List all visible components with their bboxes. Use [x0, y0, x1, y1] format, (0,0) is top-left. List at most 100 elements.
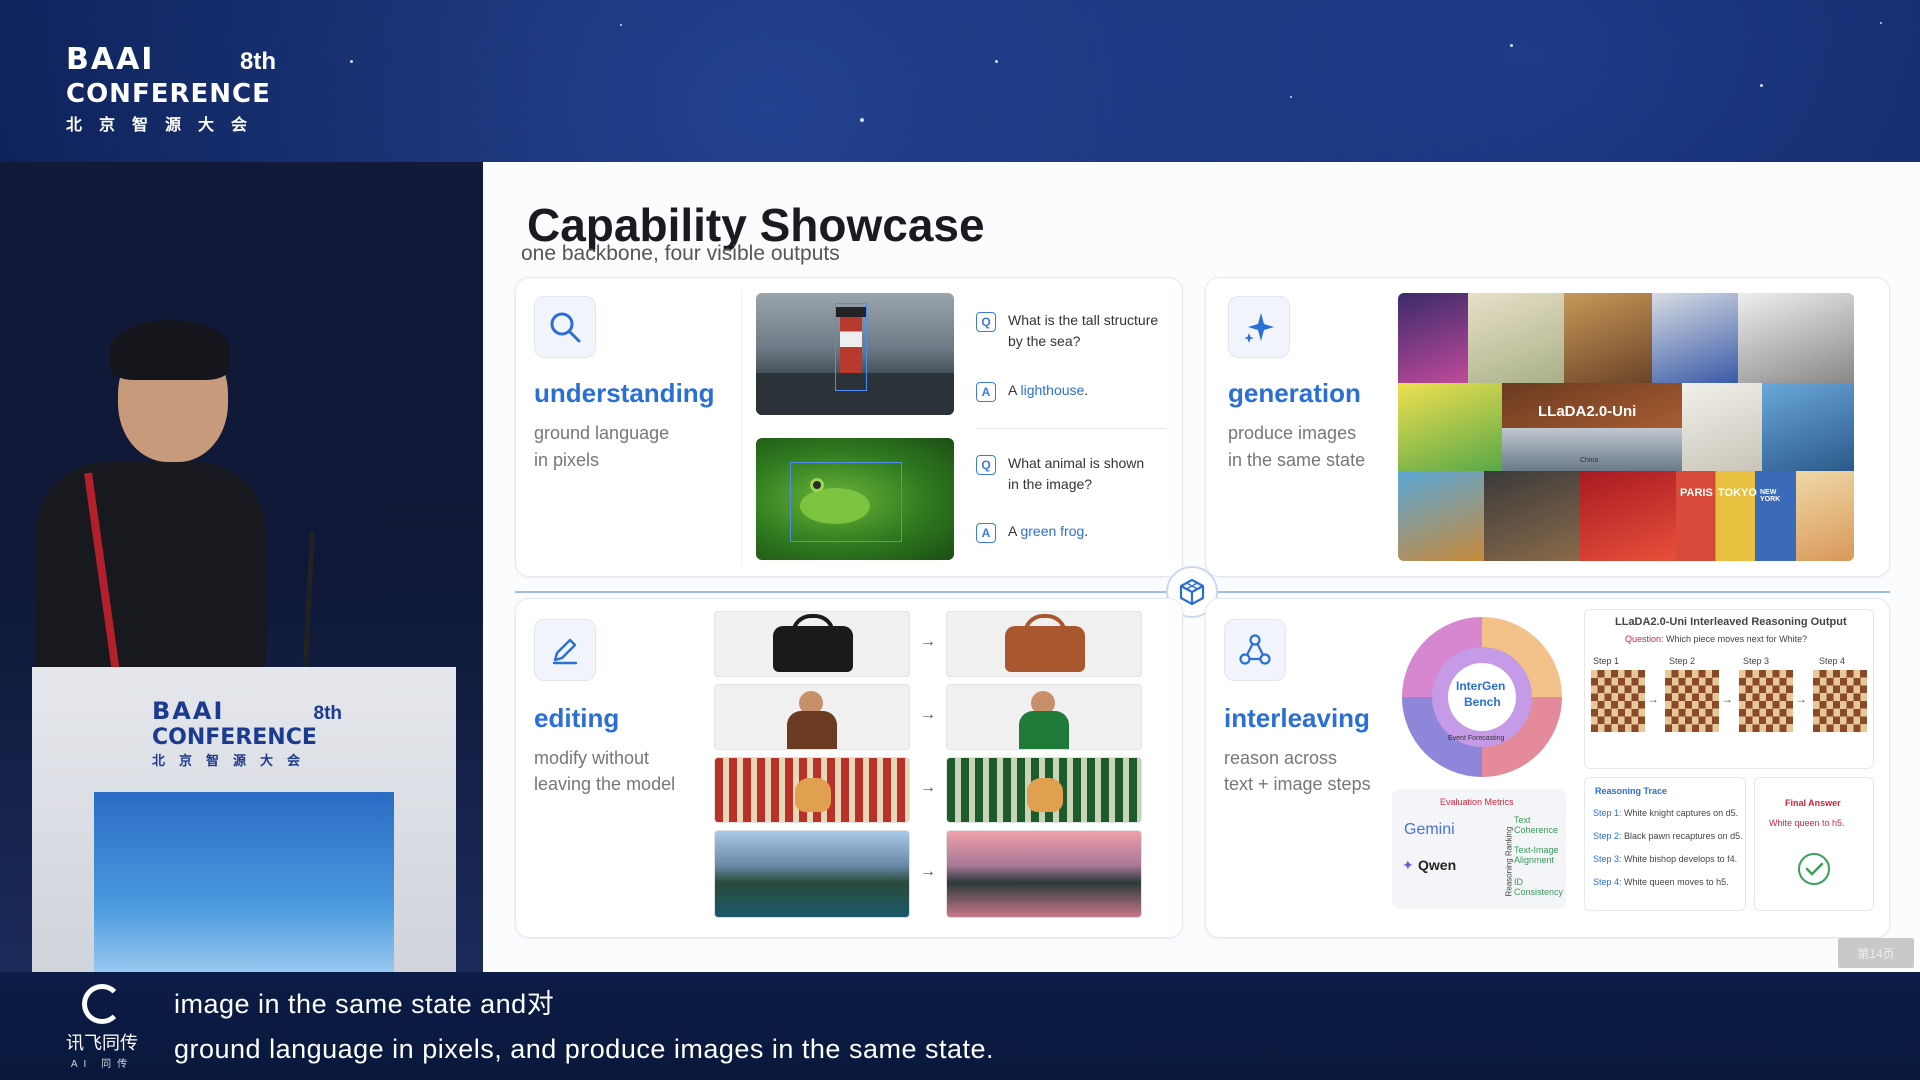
editing-desc-line1: modify without: [534, 748, 650, 768]
arrow-right-icon: →: [920, 706, 936, 723]
final-answer: Final Answer White queen to h5.: [1754, 777, 1874, 911]
gemini-logo: Gemini: [1404, 821, 1455, 838]
collage-label-paris: PARIS: [1680, 487, 1713, 499]
final-text: White queen to h5.: [1769, 818, 1845, 828]
trace-step-text: White queen moves to h5.: [1624, 877, 1729, 887]
generation-panel: generation produce images in the same st…: [1205, 277, 1890, 577]
slide-subtitle: one backbone, four visible outputs: [521, 242, 840, 265]
trace-step-1: Step 1: White knight captures on d5.: [1593, 808, 1738, 818]
trace-step-label: Step 1:: [1593, 808, 1622, 818]
editing-panel: editing modify without leaving the model…: [515, 598, 1183, 938]
eval-title: Evaluation Metrics: [1440, 797, 1514, 807]
trace-step-text: Black pawn recaptures on d5.: [1624, 831, 1743, 841]
question-text-2b: in the image?: [1008, 476, 1093, 492]
speaker-video: BAAI 8th CONFERENCE 北京智源大会: [0, 162, 483, 972]
answer-badge: A: [976, 382, 996, 402]
caption-bar: 讯飞同传 AI 同传 image in the same state and对 …: [0, 972, 1920, 1080]
bench-label-2: Bench: [1464, 695, 1501, 709]
interleaving-panel: interleaving reason across text + image …: [1205, 598, 1890, 938]
podium-logo-name-cn: 北京智源大会: [152, 753, 315, 768]
caption-brand: 讯飞同传 AI 同传: [56, 984, 148, 1070]
collage-label-llada: LLaDA2.0-Uni: [1538, 403, 1637, 420]
understanding-desc-line2: in pixels: [534, 450, 600, 470]
chess-board-3: [1739, 670, 1793, 732]
question-badge: Q: [976, 312, 996, 332]
reasoning-trace: Reasoning Trace Step 1: White knight cap…: [1584, 777, 1746, 911]
output-question: Question: Which piece moves next for Whi…: [1625, 634, 1807, 644]
answer-prefix: A: [1008, 382, 1021, 398]
podium-screen: [94, 792, 394, 972]
answer-prefix: A: [1008, 523, 1021, 539]
eval-side-label: Reasoning Ranking: [1504, 826, 1514, 897]
speaker-hair: [110, 320, 230, 380]
arrow-right-icon: →: [1795, 692, 1807, 706]
collage-label-china: China: [1580, 457, 1599, 464]
caption-line-2: ground language in pixels, and produce i…: [174, 1034, 995, 1064]
nodes-icon: [1224, 619, 1286, 681]
reasoning-output: LLaDA2.0-Uni Interleaved Reasoning Outpu…: [1584, 609, 1874, 769]
eval-metric-3: ID Consistency: [1514, 877, 1564, 897]
collage-label-newyork: NEW YORK: [1760, 489, 1781, 503]
understanding-panel: understanding ground language in pixels …: [515, 277, 1183, 577]
answer-suffix: .: [1084, 382, 1089, 398]
edit-after-landscape: [946, 830, 1142, 918]
trace-step-3: Step 3: White bishop develops to f4.: [1593, 854, 1737, 864]
collage-label-tokyo: TOKYO: [1718, 487, 1757, 499]
trace-step-text: White bishop develops to f4.: [1624, 854, 1738, 864]
intergen-bench-chart: InterGen Bench Event Forecasting: [1392, 609, 1572, 785]
pencil-icon: [534, 619, 596, 681]
generation-desc-line2: in the same state: [1228, 450, 1366, 470]
chess-board-4: [1813, 670, 1867, 732]
lighthouse-image: [756, 293, 954, 415]
trace-step-text: White knight captures on d5.: [1624, 808, 1739, 818]
answer-value: green frog: [1020, 523, 1085, 539]
interleaving-desc-line2: text + image steps: [1224, 774, 1371, 794]
logo-name: CONFERENCE: [66, 79, 271, 109]
logo-name-cn: 北京智源大会: [66, 117, 265, 134]
eval-metric-2: Text-Image Alignment: [1514, 845, 1559, 865]
edit-before-landscape: [714, 830, 910, 918]
logo-brand: BAAI: [66, 42, 155, 77]
caption-brand-sub: AI 同传: [70, 1059, 134, 1070]
edit-after-sofa: [946, 757, 1142, 823]
sparkle-icon: [1228, 296, 1290, 358]
bench-label-1: InterGen: [1456, 679, 1506, 693]
chess-board-1: [1591, 670, 1645, 732]
generated-collage: LLaDA2.0-Uni China PARIS TOKYO NEW YORK: [1398, 293, 1854, 561]
podium-logo-name: CONFERENCE: [152, 725, 317, 750]
step-label-4: Step 4: [1819, 656, 1846, 666]
logo-edition: 8th: [240, 48, 276, 75]
caption-line-1: image in the same state and对: [174, 989, 555, 1019]
podium-logo-brand: BAAI: [152, 697, 225, 725]
question-text-1a: What is the tall structure: [1008, 312, 1159, 328]
generation-title: generation: [1228, 378, 1361, 408]
eval-metric-1: Text Coherence: [1514, 815, 1559, 835]
understanding-title: understanding: [534, 378, 715, 408]
step-label-2: Step 2: [1669, 656, 1696, 666]
podium-logo: BAAI 8th CONFERENCE 北京智源大会: [152, 697, 342, 769]
answer-text-1: A lighthouse.: [1008, 380, 1088, 401]
edit-after-dress: [946, 684, 1142, 750]
answer-value: lighthouse: [1020, 382, 1085, 398]
qwen-star-icon: ✦: [1402, 857, 1414, 873]
step-label-3: Step 3: [1743, 656, 1770, 666]
trace-step-label: Step 3:: [1593, 854, 1622, 864]
brand-ring-icon: [82, 984, 122, 1024]
arrow-right-icon: →: [920, 863, 936, 880]
edit-before-bag: [714, 611, 910, 677]
arrow-right-icon: →: [1721, 692, 1733, 706]
trace-title: Reasoning Trace: [1595, 786, 1668, 796]
question-text: Which piece moves next for White?: [1666, 634, 1808, 644]
trace-step-label: Step 2:: [1593, 831, 1622, 841]
search-icon: [534, 296, 596, 358]
conference-logo: BAAI 8th CONFERENCE 北京智源大会: [66, 42, 276, 135]
qwen-logo: Qwen: [1418, 857, 1457, 873]
final-title: Final Answer: [1785, 798, 1841, 808]
question-badge: Q: [976, 455, 996, 475]
step-label-1: Step 1: [1593, 656, 1620, 666]
generation-desc-line1: produce images: [1228, 423, 1357, 443]
question-label: Question:: [1625, 634, 1664, 644]
answer-suffix: .: [1084, 523, 1089, 539]
understanding-desc-line1: ground language: [534, 423, 670, 443]
frog-image: [756, 438, 954, 560]
